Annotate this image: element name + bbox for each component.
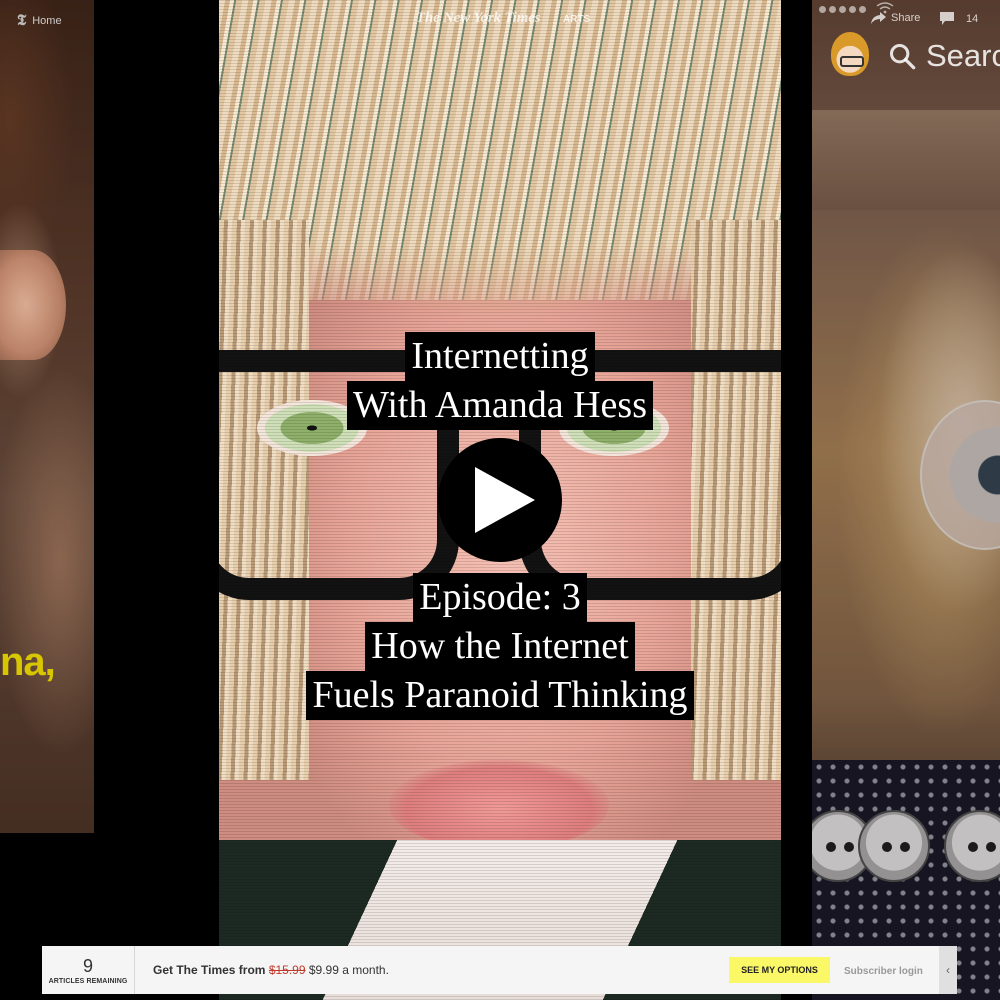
brand-logo[interactable]: The New York Times — [416, 10, 541, 27]
new-price: $9.99 a month. — [308, 963, 389, 977]
video-lips — [389, 760, 609, 850]
promo-text: Get The Times from $15.99 $9.99 a month. — [153, 963, 389, 977]
section-link[interactable]: ARTS — [563, 14, 590, 25]
right-image-search-bar: Searc — [888, 38, 1000, 74]
video-series-title: Internetting With Amanda Hess — [0, 332, 1000, 430]
articles-label: ARTICLES REMAINING — [48, 977, 128, 985]
search-icon — [889, 43, 916, 70]
progress-dots — [819, 6, 866, 13]
comments-button[interactable]: 14 — [940, 12, 978, 25]
nyt-t-icon: 𝕿 — [17, 13, 27, 29]
comment-icon — [940, 12, 954, 25]
video-episode-title: Episode: 3 How the Internet Fuels Parano… — [0, 573, 1000, 720]
play-icon — [475, 467, 535, 533]
articles-remaining-box: 9 ARTICLES REMAINING — [42, 946, 135, 994]
share-label: Share — [891, 12, 921, 24]
articles-count: 9 — [82, 955, 93, 976]
share-arrow-icon — [871, 12, 886, 24]
old-price: $15.99 — [268, 963, 306, 977]
episode-line: Episode: 3 — [413, 573, 587, 622]
sticker-face — [858, 810, 930, 882]
promo-lead: Get The Times from — [153, 963, 266, 977]
home-link[interactable]: 𝕿 Home — [17, 12, 62, 30]
subscriber-login-link[interactable]: Subscriber login — [844, 966, 923, 977]
top-bar: 𝕿 Home The New York Times ARTS Share 14 — [0, 0, 1000, 38]
chevron-left-icon: ‹ — [946, 963, 950, 977]
play-button[interactable] — [438, 438, 562, 562]
search-text: Searc — [926, 38, 1000, 73]
see-options-button[interactable]: SEE MY OPTIONS — [729, 957, 830, 983]
title-line: With Amanda Hess — [347, 381, 653, 430]
comment-count: 14 — [966, 12, 979, 25]
avatar — [831, 32, 869, 76]
share-button[interactable]: Share — [871, 12, 920, 24]
right-background-image — [812, 0, 1000, 1000]
title-line: Internetting — [405, 332, 595, 381]
episode-line: Fuels Paranoid Thinking — [306, 671, 694, 720]
collapse-promo-button[interactable]: ‹ — [939, 946, 957, 994]
subscription-promo-bar: 9 ARTICLES REMAINING Get The Times from … — [42, 946, 939, 994]
right-image-shelf — [812, 110, 1000, 210]
episode-line: How the Internet — [365, 622, 635, 671]
home-label: Home — [32, 15, 62, 27]
